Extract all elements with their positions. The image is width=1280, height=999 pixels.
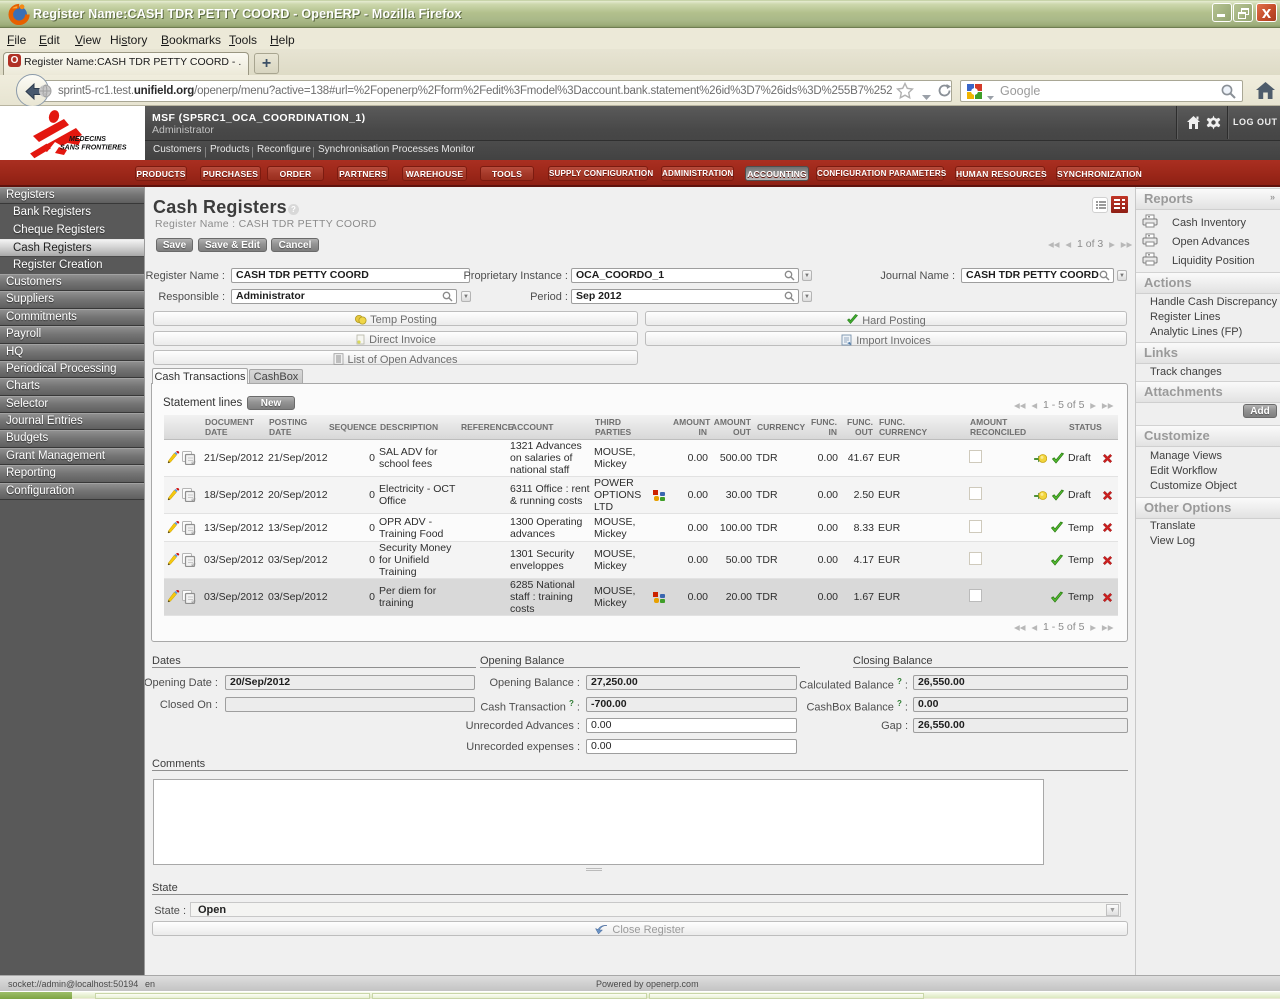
svg-text:MEDECINS: MEDECINS xyxy=(69,136,106,143)
svg-text:SANS FRONTIERES: SANS FRONTIERES xyxy=(60,145,127,152)
